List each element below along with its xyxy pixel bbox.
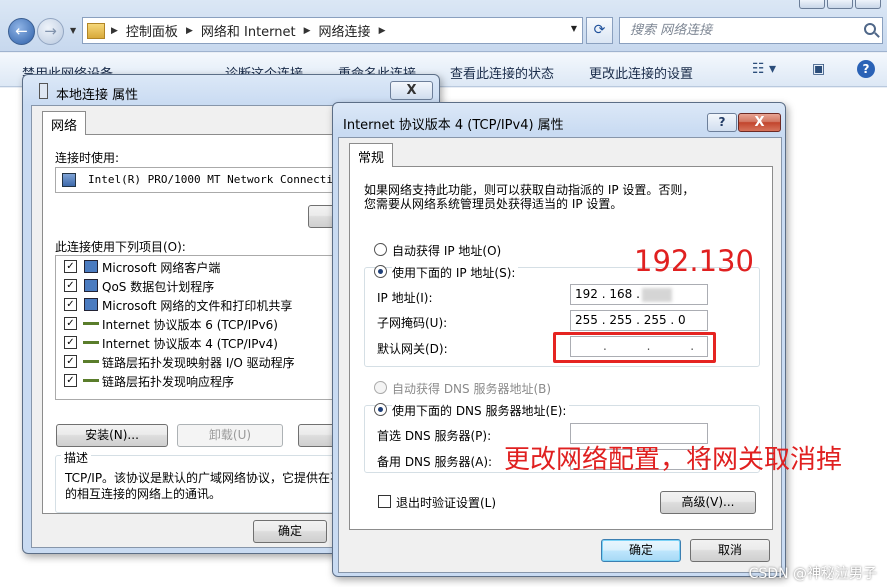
auto-dns-label[interactable]: 自动获得 DNS 服务器地址(B) bbox=[392, 380, 551, 397]
advanced-button[interactable]: 高级(V)... bbox=[660, 491, 756, 514]
description-line-1: TCP/IP。该协议是默认的广域网络协议，它提供在不同 bbox=[65, 471, 355, 485]
description-legend: 描述 bbox=[61, 449, 92, 466]
auto-ip-radio[interactable] bbox=[374, 243, 387, 256]
watermark: CSDN @神秘泣男子 bbox=[748, 566, 877, 582]
ip-address-label: IP 地址(I): bbox=[377, 291, 433, 305]
manual-dns-radio[interactable] bbox=[374, 403, 387, 416]
item-checkbox[interactable]: ✓ bbox=[64, 374, 77, 387]
control-panel-icon bbox=[87, 22, 105, 39]
uninstall-button[interactable]: 卸载(U) bbox=[177, 424, 283, 447]
manual-ip-label[interactable]: 使用下面的 IP 地址(S): bbox=[392, 264, 519, 281]
ip-annotation: 192.130 bbox=[634, 244, 754, 278]
help-button[interactable]: ? bbox=[707, 113, 737, 132]
manual-ip-radio[interactable] bbox=[374, 265, 387, 278]
connect-using-label: 连接时使用: bbox=[55, 151, 120, 165]
install-button[interactable]: 安装(N)... bbox=[56, 424, 168, 447]
service-icon bbox=[84, 298, 98, 311]
item-checkbox[interactable]: ✓ bbox=[64, 355, 77, 368]
item-label: Internet 协议版本 4 (TCP/IPv4) bbox=[102, 337, 278, 351]
gateway-highlight-box bbox=[553, 332, 716, 363]
breadcrumb-arrow-icon[interactable]: ▶ bbox=[304, 26, 311, 36]
instruction-annotation: 更改网络配置，将网关取消掉 bbox=[504, 445, 843, 475]
breadcrumb-network-internet[interactable]: 网络和 Internet bbox=[201, 21, 296, 40]
item-checkbox[interactable]: ✓ bbox=[64, 336, 77, 349]
maximize-button[interactable] bbox=[827, 0, 853, 9]
intro-line-2: 您需要从网络系统管理员处获得适当的 IP 设置。 bbox=[364, 197, 623, 211]
breadcrumb-arrow-icon[interactable]: ▶ bbox=[111, 26, 118, 36]
breadcrumb-arrow-icon[interactable]: ▶ bbox=[186, 26, 193, 36]
local-ok-button[interactable]: 确定 bbox=[253, 520, 327, 543]
auto-dns-radio[interactable] bbox=[374, 381, 387, 394]
ip-address-value: 192 . 168 . bbox=[575, 287, 640, 301]
breadcrumb-arrow-icon[interactable]: ▶ bbox=[379, 26, 386, 36]
breadcrumb-network-connections[interactable]: 网络连接 bbox=[319, 21, 371, 40]
auto-ip-label[interactable]: 自动获得 IP 地址(O) bbox=[392, 242, 501, 259]
recent-pages-dropdown-icon[interactable]: ▼ bbox=[70, 26, 76, 35]
preferred-dns-label: 首选 DNS 服务器(P): bbox=[377, 429, 492, 443]
ipv4-cancel-button[interactable]: 取消 bbox=[690, 539, 770, 562]
adapter-name: Intel(R) PRO/1000 MT Network Connection bbox=[88, 173, 347, 186]
protocol-icon bbox=[83, 379, 99, 382]
description-line-2: 的相互连接的网络上的通讯。 bbox=[65, 487, 222, 501]
window-controls bbox=[799, 0, 881, 9]
item-checkbox[interactable]: ✓ bbox=[64, 279, 77, 292]
close-window-button[interactable] bbox=[855, 0, 881, 9]
explorer-toolbar: ← → ▼ ▶ 控制面板 ▶ 网络和 Internet ▶ 网络连接 ▶ ▼ ⟳… bbox=[0, 0, 887, 52]
items-label: 此连接使用下列项目(O): bbox=[55, 240, 186, 254]
subnet-mask-field[interactable]: 255 . 255 . 255 . 0 bbox=[570, 310, 708, 331]
cmd-view-status[interactable]: 查看此连接的状态 bbox=[450, 63, 554, 82]
address-bar[interactable]: ▶ 控制面板 ▶ 网络和 Internet ▶ 网络连接 ▶ ▼ bbox=[82, 17, 583, 44]
item-checkbox[interactable]: ✓ bbox=[64, 317, 77, 330]
refresh-button[interactable]: ⟳ bbox=[586, 17, 613, 44]
redacted-octets bbox=[641, 287, 672, 302]
item-label: Microsoft 网络的文件和打印机共享 bbox=[102, 299, 293, 313]
search-placeholder: 搜索 网络连接 bbox=[630, 23, 713, 38]
cmd-change-settings[interactable]: 更改此连接的设置 bbox=[589, 63, 693, 82]
ip-address-field[interactable]: 192 . 168 . bbox=[570, 284, 708, 305]
manual-dns-label[interactable]: 使用下面的 DNS 服务器地址(E): bbox=[392, 402, 570, 419]
subnet-mask-value: 255 . 255 . 255 . 0 bbox=[575, 313, 686, 327]
item-label: Internet 协议版本 6 (TCP/IPv6) bbox=[102, 318, 278, 332]
minimize-button[interactable] bbox=[799, 0, 825, 9]
default-gateway-label: 默认网关(D): bbox=[377, 342, 448, 356]
item-checkbox[interactable]: ✓ bbox=[64, 298, 77, 311]
item-label: QoS 数据包计划程序 bbox=[102, 280, 215, 294]
item-label: 链路层拓扑发现映射器 I/O 驱动程序 bbox=[102, 356, 295, 370]
ipv4-close-button[interactable]: X bbox=[738, 113, 781, 132]
network-adapter-icon bbox=[39, 83, 48, 99]
preview-pane-icon[interactable]: ▣ bbox=[812, 61, 825, 77]
item-checkbox[interactable]: ✓ bbox=[64, 260, 77, 273]
local-dialog-title: 本地连接 属性 bbox=[56, 88, 139, 103]
service-icon bbox=[84, 279, 98, 292]
search-input[interactable]: 搜索 网络连接 bbox=[619, 17, 883, 44]
breadcrumb-control-panel[interactable]: 控制面板 bbox=[126, 21, 178, 40]
protocol-icon bbox=[83, 360, 99, 363]
ipv4-dialog-title: Internet 协议版本 4 (TCP/IPv4) 属性 bbox=[343, 118, 564, 133]
ipv4-ok-button[interactable]: 确定 bbox=[601, 539, 681, 562]
help-icon[interactable]: ? bbox=[857, 60, 875, 78]
validate-label[interactable]: 退出时验证设置(L) bbox=[396, 494, 496, 511]
validate-checkbox[interactable] bbox=[378, 495, 391, 508]
address-dropdown-icon[interactable]: ▼ bbox=[571, 24, 577, 33]
tab-network[interactable]: 网络 bbox=[42, 111, 87, 135]
alternate-dns-label: 备用 DNS 服务器(A): bbox=[377, 455, 493, 469]
network-card-icon bbox=[62, 173, 76, 187]
local-dialog-close-button[interactable]: X bbox=[390, 81, 433, 100]
tab-general[interactable]: 常规 bbox=[349, 143, 394, 167]
view-options-icon[interactable]: ☷ ▾ bbox=[752, 61, 776, 77]
protocol-icon bbox=[83, 341, 99, 344]
protocol-icon bbox=[83, 322, 99, 325]
search-icon[interactable] bbox=[864, 23, 876, 35]
client-icon bbox=[84, 260, 98, 273]
forward-arrow-icon[interactable]: → bbox=[37, 18, 64, 45]
item-label: 链路层拓扑发现响应程序 bbox=[102, 375, 235, 389]
item-label: Microsoft 网络客户端 bbox=[102, 261, 221, 275]
subnet-mask-label: 子网掩码(U): bbox=[377, 316, 448, 330]
back-arrow-icon[interactable]: ← bbox=[8, 18, 35, 45]
